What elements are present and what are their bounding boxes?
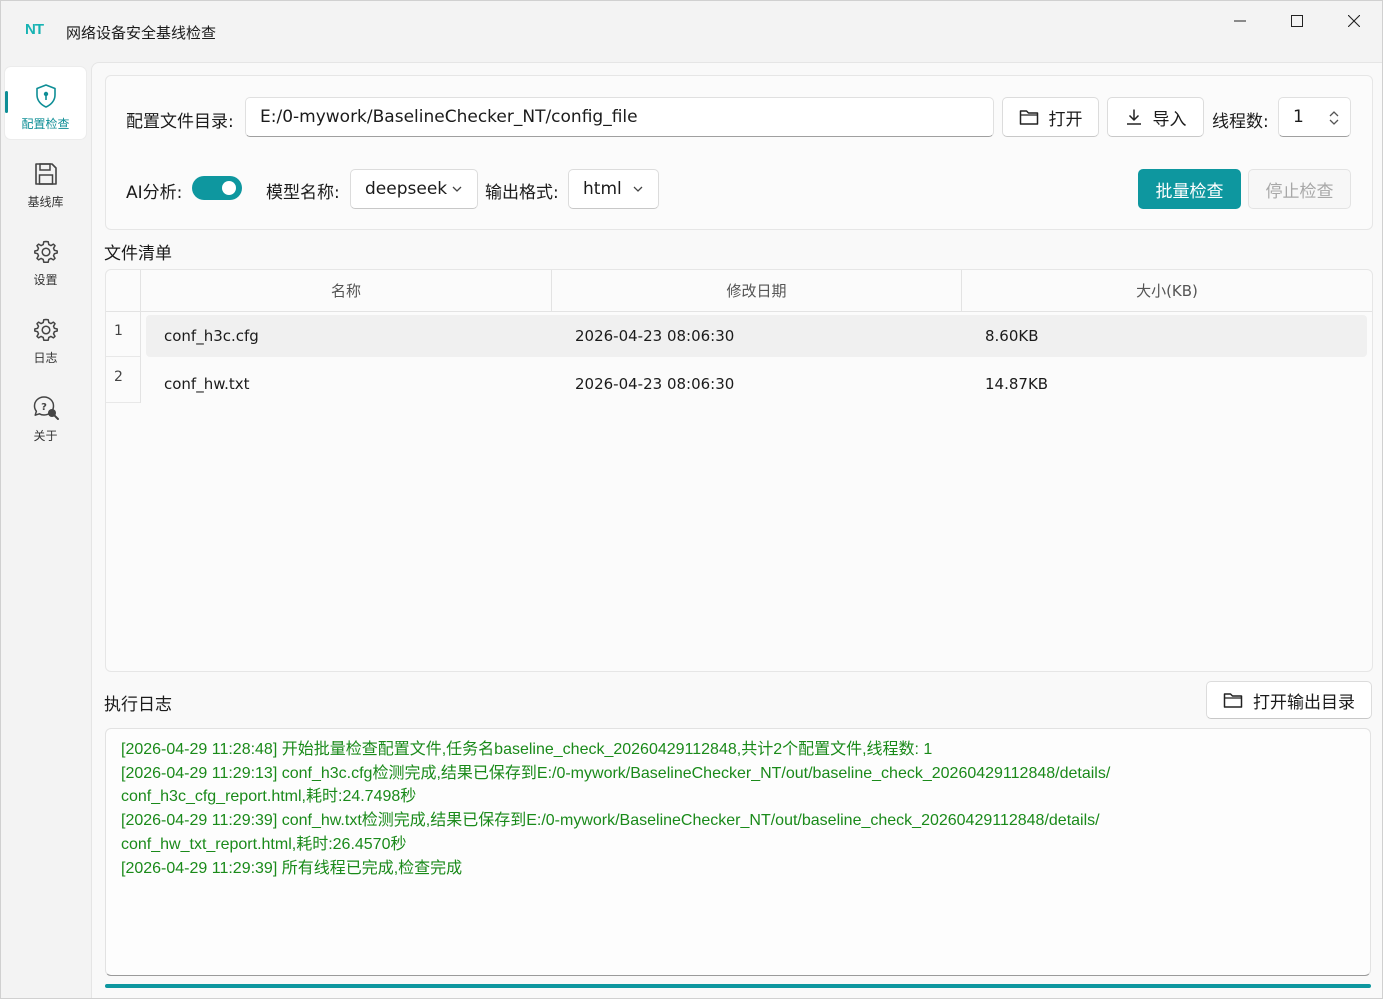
chevron-down-icon — [633, 186, 643, 192]
sidebar-item-config-check[interactable]: 配置检查 — [5, 67, 86, 139]
log-line: conf_hw_txt_report.html,耗时:26.4570秒 — [121, 835, 407, 853]
sidebar: 配置检查 基线库 设置 日志 ? 关于 — [1, 61, 91, 998]
cell-name: conf_h3c.cfg — [164, 327, 259, 345]
ai-analysis-toggle[interactable] — [192, 176, 242, 200]
sidebar-item-settings[interactable]: 设置 — [5, 223, 86, 295]
open-button[interactable]: 打开 — [1002, 97, 1099, 137]
minimize-button[interactable] — [1212, 1, 1268, 41]
table-corner — [106, 270, 140, 311]
table-header: 名称 修改日期 大小(KB) — [106, 270, 1372, 312]
gear-icon — [33, 318, 58, 341]
sidebar-item-label: 日志 — [33, 351, 58, 365]
model-name-label: 模型名称: — [266, 183, 340, 203]
config-dir-value: E:/0-mywork/BaselineChecker_NT/config_fi… — [260, 107, 638, 127]
import-button[interactable]: 导入 — [1107, 97, 1204, 137]
import-button-label: 导入 — [1152, 109, 1187, 130]
model-value: deepseek — [365, 179, 448, 199]
file-table: 名称 修改日期 大小(KB) 1 2 conf_h3c.cfg 2026-04-… — [105, 269, 1373, 672]
ai-analysis-label: AI分析: — [126, 183, 183, 203]
download-icon — [1126, 109, 1141, 125]
threads-spinbox[interactable]: 1 — [1278, 97, 1351, 137]
app-window: NT 网络设备安全基线检查 配置检查 基线库 设置 日志 ? 关于 配置文件目录… — [0, 0, 1383, 999]
title-bar[interactable]: NT 网络设备安全基线检查 — [1, 1, 1382, 61]
sidebar-item-label: 设置 — [33, 273, 58, 287]
log-line: [2026-04-29 11:29:13] conf_h3c.cfg检测完成,结… — [121, 764, 1111, 782]
table-row[interactable]: conf_h3c.cfg 2026-04-23 08:06:30 8.60KB — [146, 315, 1367, 357]
output-format-select[interactable]: html — [568, 169, 659, 209]
sidebar-item-baseline-library[interactable]: 基线库 — [5, 145, 86, 217]
spin-arrows-icon[interactable] — [1328, 109, 1340, 127]
open-output-dir-button[interactable]: 打开输出目录 — [1206, 681, 1372, 719]
file-list-title: 文件清单 — [104, 244, 172, 264]
batch-check-button[interactable]: 批量检查 — [1138, 169, 1241, 209]
threads-value: 1 — [1293, 107, 1304, 127]
model-select[interactable]: deepseek — [350, 169, 478, 209]
threads-label: 线程数: — [1212, 112, 1269, 132]
open-button-label: 打开 — [1048, 109, 1083, 130]
maximize-icon — [1291, 15, 1303, 27]
cell-size: 8.60KB — [985, 327, 1039, 345]
config-dir-label: 配置文件目录: — [126, 112, 234, 132]
sidebar-item-log[interactable]: 日志 — [5, 301, 86, 373]
row-number[interactable]: 1 — [106, 311, 140, 357]
row-number[interactable]: 2 — [106, 357, 140, 403]
log-line: [2026-04-29 11:28:48] 开始批量检查配置文件,任务名base… — [121, 741, 933, 758]
minimize-icon — [1234, 20, 1246, 22]
log-line: [2026-04-29 11:29:39] conf_hw.txt检测完成,结果… — [121, 812, 1100, 830]
close-button[interactable] — [1326, 1, 1382, 41]
svg-text:?: ? — [41, 402, 47, 413]
table-row[interactable]: conf_hw.txt 2026-04-23 08:06:30 14.87KB — [146, 363, 1367, 405]
config-dir-input[interactable]: E:/0-mywork/BaselineChecker_NT/config_fi… — [245, 97, 994, 137]
log-line: [2026-04-29 11:29:39] 所有线程已完成,检查完成 — [121, 859, 463, 877]
sidebar-item-label: 配置检查 — [21, 117, 70, 131]
batch-check-label: 批量检查 — [1155, 181, 1224, 202]
stop-check-label: 停止检查 — [1265, 181, 1334, 202]
main-content: 配置文件目录: E:/0-mywork/BaselineChecker_NT/c… — [91, 62, 1382, 998]
column-header-modified[interactable]: 修改日期 — [551, 270, 961, 311]
cell-size: 14.87KB — [985, 375, 1049, 393]
output-format-value: html — [583, 179, 622, 199]
sidebar-item-about[interactable]: ? 关于 — [5, 379, 86, 451]
toggle-knob — [222, 181, 236, 195]
stop-check-button[interactable]: 停止检查 — [1248, 169, 1351, 209]
save-icon — [34, 163, 57, 185]
maximize-button[interactable] — [1269, 1, 1325, 41]
progress-bar — [105, 984, 1371, 988]
window-title: 网络设备安全基线检查 — [66, 24, 217, 42]
open-output-dir-label: 打开输出目录 — [1253, 692, 1355, 713]
log-output[interactable]: [2026-04-29 11:28:48] 开始批量检查配置文件,任务名base… — [105, 728, 1371, 976]
folder-icon — [1019, 110, 1038, 125]
sidebar-item-label: 基线库 — [27, 195, 64, 209]
app-logo: NT — [25, 21, 44, 38]
column-header-name[interactable]: 名称 — [140, 270, 551, 311]
cell-modified: 2026-04-23 08:06:30 — [575, 327, 735, 345]
gear-icon — [33, 240, 58, 263]
help-search-icon: ? — [33, 396, 59, 420]
log-line: conf_h3c_cfg_report.html,耗时:24.7498秒 — [121, 788, 417, 806]
shield-icon — [35, 84, 56, 108]
cell-name: conf_hw.txt — [164, 375, 250, 393]
cell-modified: 2026-04-23 08:06:30 — [575, 375, 735, 393]
active-indicator — [5, 91, 8, 113]
close-icon — [1348, 15, 1360, 27]
column-header-size[interactable]: 大小(KB) — [961, 270, 1372, 311]
config-card: 配置文件目录: E:/0-mywork/BaselineChecker_NT/c… — [105, 75, 1373, 230]
log-title: 执行日志 — [104, 695, 172, 715]
chevron-down-icon — [452, 186, 462, 192]
output-format-label: 输出格式: — [485, 183, 559, 203]
folder-icon — [1223, 693, 1243, 708]
sidebar-item-label: 关于 — [33, 429, 58, 443]
row-number-column: 1 2 — [106, 311, 141, 403]
